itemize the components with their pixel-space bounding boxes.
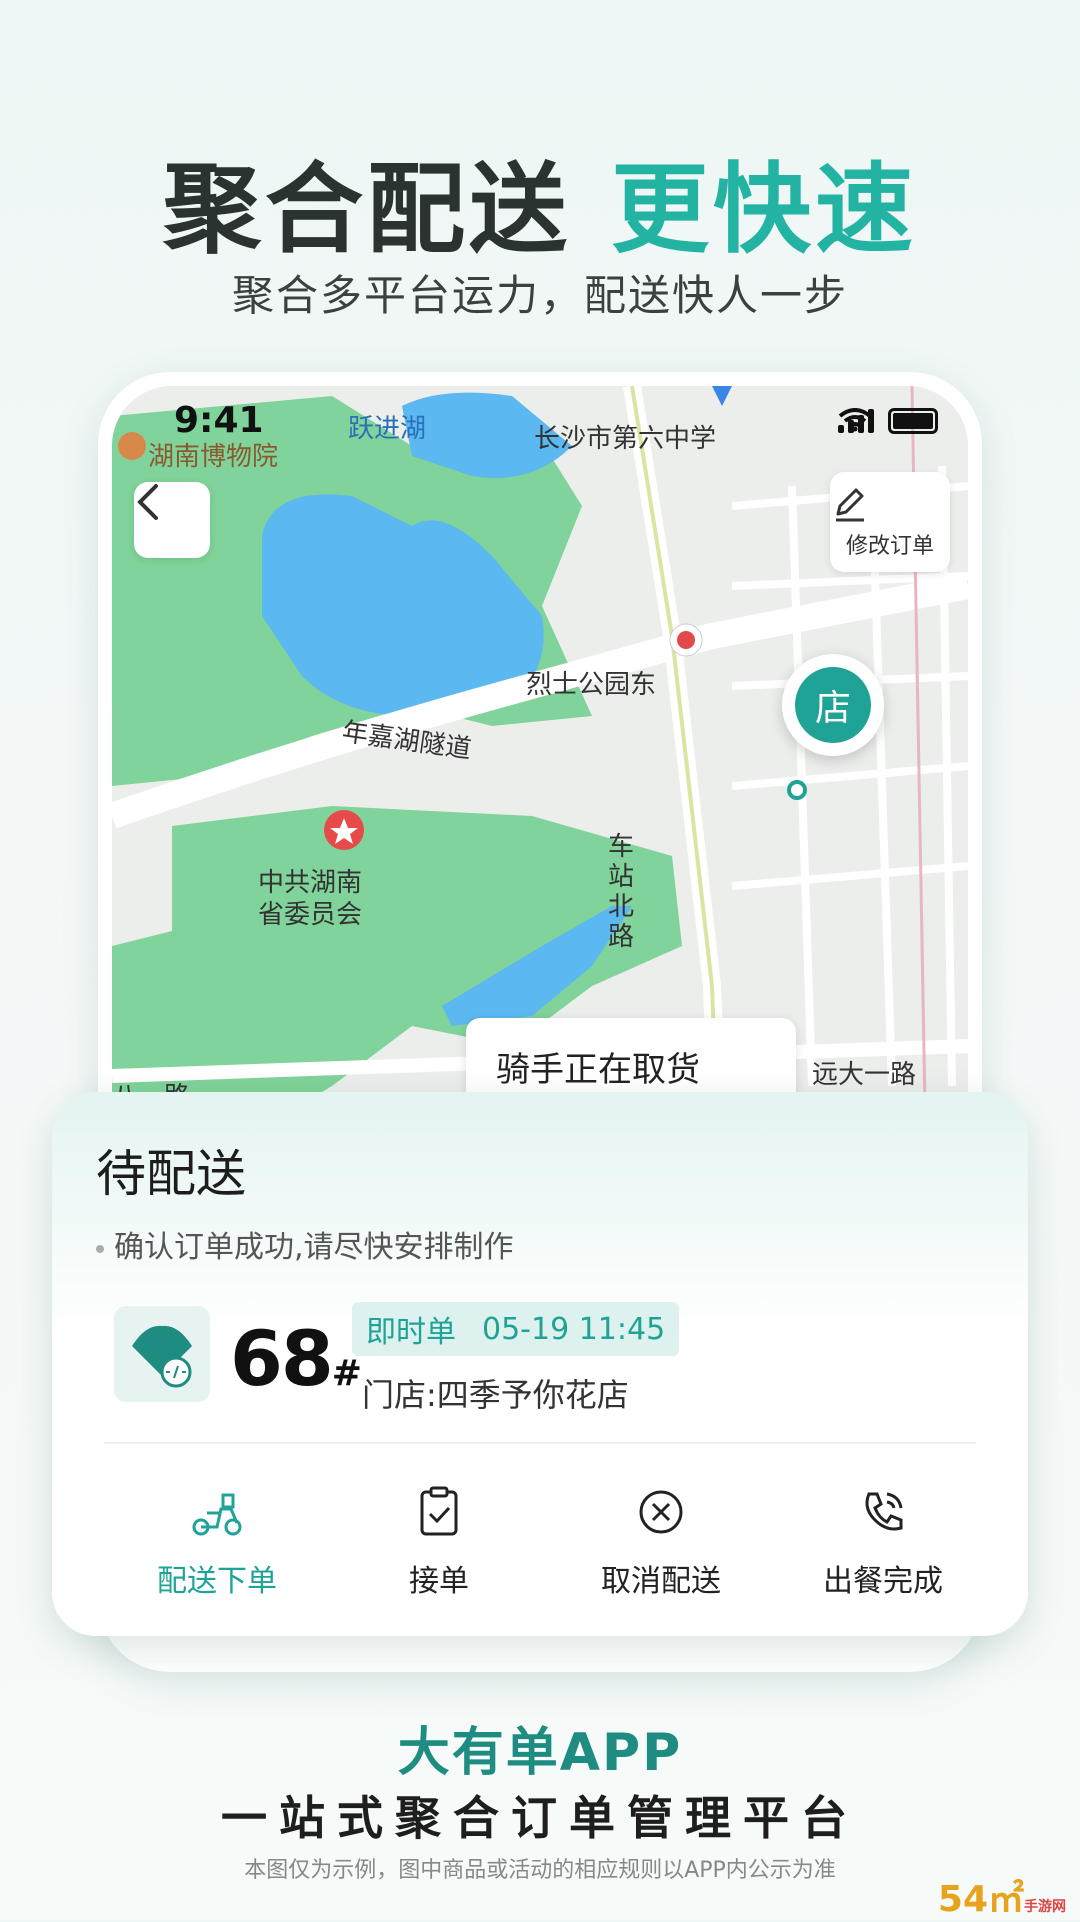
map-label-museum: 湖南博物院 — [148, 442, 279, 472]
store-name: 门店:四季予你花店 — [362, 1376, 629, 1414]
phone-call-icon — [865, 1492, 903, 1531]
back-button[interactable] — [134, 482, 210, 558]
order-type-badge: 即时单 05-19 11:45 — [352, 1302, 680, 1356]
order-card: 待配送 确认订单成功,请尽快安排制作 68# 即时单 05-19 11:45 门… — [52, 1092, 1028, 1636]
map-label-school: 长沙市第六中学 — [534, 424, 717, 454]
status-icons — [838, 408, 938, 434]
headline: 聚合配送 更快速 — [0, 130, 1080, 272]
order-number-value: 68 — [230, 1314, 334, 1403]
subheadline: 聚合多平台运力，配送快人一步 — [231, 271, 848, 320]
clipboard-check-icon — [420, 1486, 458, 1536]
action-bar: 配送下单 接单 取消配送 出餐完成 — [112, 1482, 988, 1600]
disclaimer: 本图仅为示例，图中商品或活动的相应规则以APP内公示为准 — [244, 1858, 836, 1883]
action-label: 配送下单 — [157, 1564, 277, 1599]
store-pin[interactable]: 店 — [782, 654, 884, 756]
order-number: 68# — [230, 1314, 362, 1403]
scooter-icon — [192, 1493, 242, 1536]
platform-logo — [114, 1306, 210, 1402]
action-dispatch-order[interactable]: 配送下单 — [112, 1482, 322, 1600]
battery-icon — [888, 408, 938, 434]
headline-part2: 更快速 — [611, 153, 918, 267]
order-type: 即时单 — [366, 1315, 456, 1350]
watermark-sub: 手游网 — [1024, 1899, 1066, 1915]
action-cancel-delivery[interactable]: 取消配送 — [556, 1482, 766, 1600]
action-meal-ready[interactable]: 出餐完成 — [778, 1482, 988, 1600]
action-label: 取消配送 — [601, 1564, 721, 1599]
status-time: 9:41 — [174, 400, 264, 441]
slogan: 一站式聚合订单管理平台 — [221, 1791, 859, 1845]
edit-order-button[interactable]: 修改订单 — [830, 472, 950, 572]
map-label-station: 烈士公园东 — [526, 670, 657, 700]
edit-pencil-icon — [836, 488, 864, 522]
wifi-icon — [838, 408, 872, 432]
rider-status-text: 骑手正在取货 — [496, 1050, 700, 1090]
fan-logo-icon — [132, 1325, 192, 1388]
cancel-circle-icon — [639, 1490, 683, 1534]
map-label-lake: 跃进湖 — [348, 414, 427, 444]
order-note-text: 确认订单成功,请尽快安排制作 — [114, 1230, 514, 1265]
order-time: 05-19 11:45 — [482, 1311, 666, 1347]
action-label: 出餐完成 — [823, 1564, 943, 1599]
map-label-road-east: 远大一路 — [812, 1060, 917, 1090]
brand-name: 大有单APP — [397, 1723, 683, 1783]
order-number-suffix: # — [331, 1353, 362, 1394]
headline-part1: 聚合配送 — [162, 153, 571, 267]
order-status-title: 待配送 — [96, 1145, 246, 1203]
map-label-road-north: 车站北路 — [608, 832, 635, 952]
watermark-main: 54㎡ — [937, 1879, 1024, 1920]
watermark-logo: 54㎡手游网 — [938, 1870, 1066, 1922]
action-label: 接单 — [409, 1564, 469, 1599]
divider — [104, 1442, 976, 1444]
order-note: 确认订单成功,请尽快安排制作 — [96, 1222, 514, 1266]
action-accept-order[interactable]: 接单 — [334, 1482, 544, 1600]
chevron-left-icon — [137, 484, 158, 520]
edit-order-label: 修改订单 — [845, 534, 934, 559]
store-pin-label: 店 — [795, 667, 871, 743]
map-label-gov-2: 省委员会 — [258, 900, 363, 930]
bullet-dot — [96, 1244, 104, 1253]
